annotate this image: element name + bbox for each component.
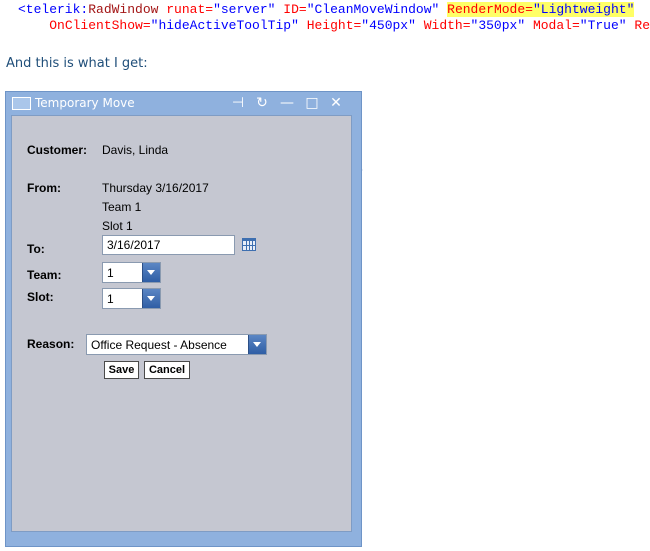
- reason-dropdown[interactable]: Office Request - Absence: [86, 334, 267, 355]
- from-date: Thursday 3/16/2017: [102, 181, 209, 195]
- minimize-button[interactable]: —: [279, 95, 295, 111]
- team-dropdown-value: 1: [107, 266, 114, 280]
- reason-dropdown-value: Office Request - Absence: [91, 338, 227, 352]
- code-val-height: "450px": [361, 18, 416, 33]
- close-icon: ✕: [330, 95, 342, 111]
- from-label: From:: [27, 181, 61, 195]
- code-trailing-text: Re: [634, 18, 650, 33]
- caption: And this is what I get:: [6, 56, 148, 71]
- code-attr-id: ID=: [283, 2, 307, 17]
- window-titlebar[interactable]: Temporary Move ⊣ ↻ — □ ✕: [6, 92, 361, 115]
- code-attr-rendermode: RenderMode=: [447, 2, 533, 17]
- chevron-down-icon[interactable]: [142, 289, 160, 308]
- slot-label: Slot:: [27, 290, 54, 304]
- chevron-down-icon[interactable]: [142, 263, 160, 282]
- minimize-icon: —: [280, 95, 294, 111]
- to-label: To:: [27, 242, 45, 256]
- maximize-icon: □: [305, 95, 319, 111]
- radwindow: Temporary Move ⊣ ↻ — □ ✕ Customer: Davis…: [5, 91, 362, 547]
- code-attr-onclientshow: OnClientShow=: [49, 18, 151, 33]
- code-attr-modal: Modal=: [532, 18, 580, 33]
- code-open-tag: <telerik:: [18, 2, 89, 17]
- customer-value: Davis, Linda: [102, 143, 169, 157]
- to-date-value: 3/16/2017: [107, 238, 161, 252]
- code-val-width: "350px": [470, 18, 526, 33]
- code-tag-name: RadWindow: [88, 2, 159, 17]
- reason-label: Reason:: [27, 337, 75, 351]
- cancel-button[interactable]: Cancel: [144, 361, 190, 379]
- code-attr-width: Width=: [423, 18, 471, 33]
- save-button[interactable]: Save: [104, 361, 139, 379]
- code-line-2: OnClientShow="hideActiveToolTip" Height=…: [18, 18, 650, 34]
- slot-dropdown[interactable]: 1: [102, 288, 161, 309]
- pin-icon: ⊣: [231, 95, 245, 111]
- window-content: Customer: Davis, Linda From: Thursday 3/…: [11, 115, 352, 532]
- code-val-id: "CleanMoveWindow": [306, 2, 440, 17]
- chevron-down-icon[interactable]: [248, 335, 266, 354]
- code-val-runat: "server": [213, 2, 276, 17]
- pin-button[interactable]: ⊣: [230, 95, 246, 111]
- reload-icon: ↻: [256, 95, 268, 111]
- from-slot: Slot 1: [102, 219, 133, 233]
- to-date-input[interactable]: 3/16/2017: [102, 235, 235, 255]
- close-button[interactable]: ✕: [328, 95, 344, 111]
- window-title: Temporary Move: [35, 96, 135, 110]
- calendar-icon[interactable]: [242, 238, 256, 251]
- code-line-1: <telerik:RadWindow runat="server" ID="Cl…: [18, 2, 635, 18]
- slot-dropdown-value: 1: [107, 292, 114, 306]
- maximize-button[interactable]: □: [304, 95, 320, 111]
- code-val-rendermode: "Lightweight": [532, 2, 635, 17]
- code-val-onclientshow: "hideActiveToolTip": [150, 18, 299, 33]
- reload-button[interactable]: ↻: [254, 95, 270, 111]
- code-attr-height: Height=: [306, 18, 362, 33]
- code-attr-runat: runat=: [166, 2, 214, 17]
- customer-label: Customer:: [27, 143, 88, 157]
- window-icon: [12, 97, 31, 110]
- code-val-modal: "True": [579, 18, 627, 33]
- team-dropdown[interactable]: 1: [102, 262, 161, 283]
- team-label: Team:: [27, 268, 62, 282]
- from-team: Team 1: [102, 200, 142, 214]
- code-snippet: <telerik:RadWindow runat="server" ID="Cl…: [0, 0, 650, 36]
